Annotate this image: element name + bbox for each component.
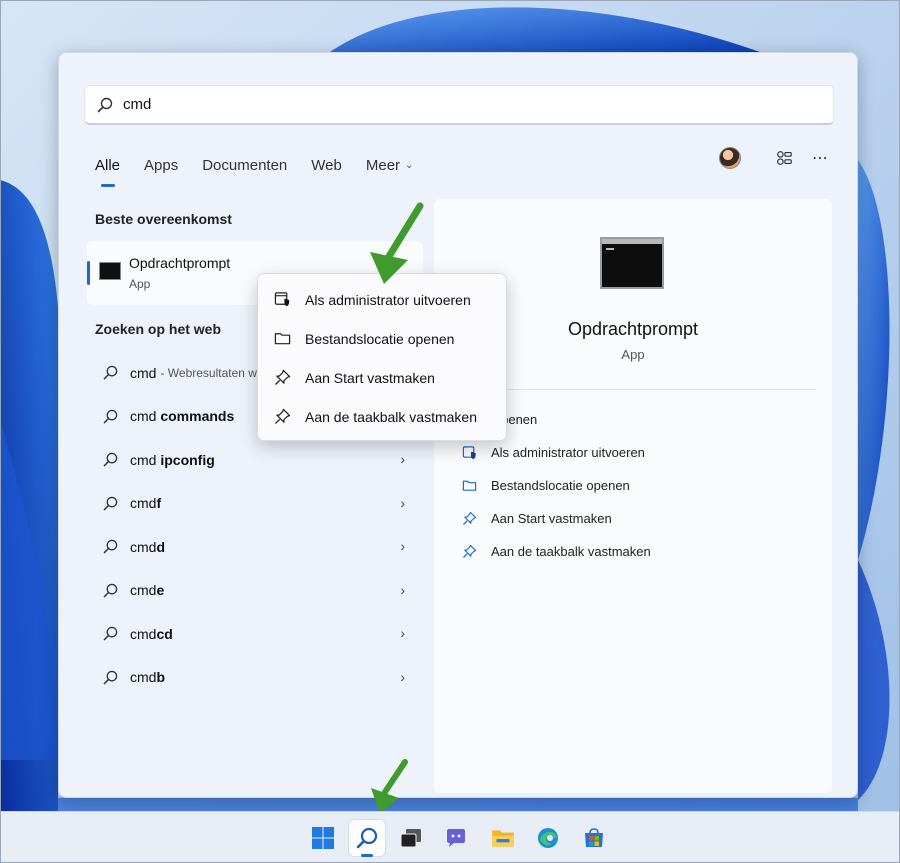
pin-icon — [462, 511, 477, 526]
file-explorer-icon[interactable] — [485, 820, 521, 856]
annotation-arrow — [371, 759, 408, 814]
list-item[interactable]: cmde › — [87, 569, 423, 613]
action-open-file-location[interactable]: Bestandslocatie openen — [462, 469, 651, 502]
search-input[interactable] — [123, 96, 763, 113]
edge-browser-icon[interactable] — [530, 820, 566, 856]
command-prompt-icon — [600, 237, 664, 289]
chevron-right-icon: › — [400, 494, 405, 511]
list-item[interactable]: cmdcd › — [87, 612, 423, 656]
selection-indicator — [87, 261, 90, 285]
annotation-arrow — [370, 202, 424, 284]
web-search-heading: Zoeken op het web — [95, 321, 222, 337]
microsoft-store-icon[interactable] — [576, 820, 612, 856]
panel-header-actions: ⋯ — [719, 147, 831, 169]
search-icon — [103, 627, 118, 641]
command-prompt-icon — [99, 262, 121, 280]
chevron-right-icon: › — [400, 538, 405, 554]
action-pin-to-start[interactable]: Aan Start vastmaken — [462, 502, 651, 535]
windows-start-icon[interactable] — [305, 820, 341, 856]
best-match-subtitle: App — [129, 277, 151, 291]
chevron-down-icon: ⌄ — [405, 159, 414, 171]
pin-icon — [274, 408, 291, 425]
chevron-right-icon: › — [400, 625, 405, 641]
search-icon — [103, 583, 118, 598]
pin-icon — [462, 544, 477, 559]
filter-tabs: Alle Apps Documenten Web Meer ⌄ — [95, 153, 437, 187]
folder-icon — [462, 480, 477, 491]
search-icon — [103, 670, 118, 685]
chevron-right-icon: › — [400, 668, 405, 685]
search-icon — [103, 366, 118, 380]
menu-item-pin-to-taskbar[interactable]: Aan de taakbalk vastmaken — [258, 397, 506, 436]
tab-web[interactable]: Web — [311, 153, 342, 177]
folder-icon — [274, 333, 291, 345]
more-options-icon[interactable]: ⋯ — [809, 147, 831, 169]
pin-icon — [274, 369, 291, 386]
teams-chat-icon[interactable] — [438, 820, 474, 856]
tab-apps[interactable]: Apps — [144, 153, 178, 177]
search-icon[interactable] — [349, 820, 385, 857]
admin-shield-icon — [274, 292, 290, 307]
menu-item-open-file-location[interactable]: Bestandslocatie openen — [258, 319, 506, 358]
search-icon — [103, 409, 118, 424]
list-item[interactable]: cmdd › — [87, 525, 423, 569]
taskbar — [0, 811, 900, 863]
chevron-right-icon: › — [400, 451, 405, 467]
tab-documenten[interactable]: Documenten — [202, 153, 287, 177]
avatar[interactable] — [719, 147, 741, 169]
search-icon — [97, 97, 113, 112]
task-view-icon[interactable] — [393, 820, 429, 856]
best-match-heading: Beste overeenkomst — [95, 211, 232, 227]
search-icon — [103, 453, 118, 467]
action-pin-to-taskbar[interactable]: Aan de taakbalk vastmaken — [462, 535, 651, 568]
search-icon — [103, 496, 118, 511]
tab-meer[interactable]: Meer ⌄ — [366, 153, 414, 177]
list-item[interactable]: cmdf › — [87, 482, 423, 526]
admin-shield-icon — [462, 446, 476, 460]
connected-accounts-icon[interactable] — [773, 147, 795, 169]
list-item[interactable]: cmd ipconfig › — [87, 438, 423, 482]
list-item[interactable]: cmdb › — [87, 656, 423, 700]
search-box[interactable] — [84, 85, 834, 125]
best-match-title: Opdrachtprompt — [129, 255, 231, 271]
chevron-right-icon: › — [400, 581, 405, 598]
tab-alle[interactable]: Alle — [95, 153, 120, 187]
search-icon — [103, 540, 118, 554]
context-menu: Als administrator uitvoeren Bestandsloca… — [257, 273, 507, 441]
menu-item-pin-to-start[interactable]: Aan Start vastmaken — [258, 358, 506, 397]
